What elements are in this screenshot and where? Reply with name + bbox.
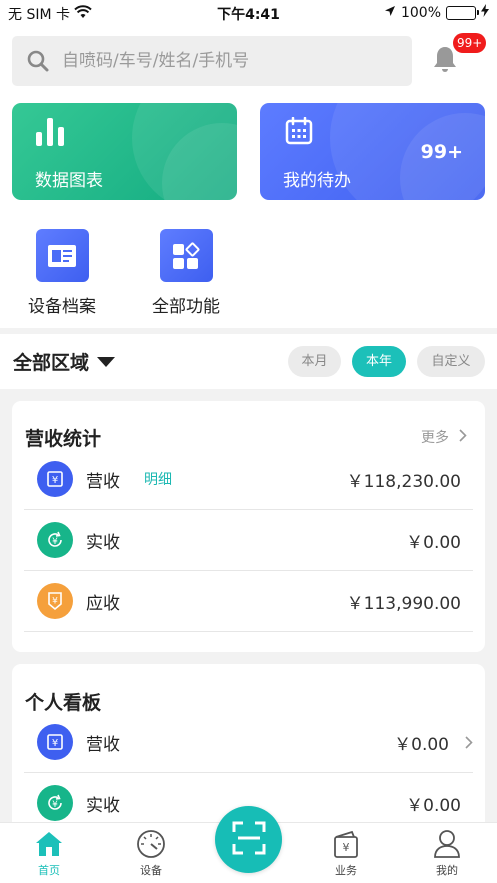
row-value: ￥0.00 xyxy=(406,796,461,816)
region-dropdown[interactable]: 全部区域 xyxy=(13,348,116,375)
user-icon xyxy=(417,829,477,859)
chevron-right-icon xyxy=(465,734,473,753)
period-custom[interactable]: 自定义 xyxy=(417,346,485,377)
gauge-icon xyxy=(121,829,181,859)
svg-text:¥: ¥ xyxy=(52,738,58,749)
tab-home[interactable]: 首页 xyxy=(19,829,79,878)
scan-button[interactable] xyxy=(215,806,282,873)
revenue-title: 营收统计 xyxy=(25,428,102,450)
svg-text:¥: ¥ xyxy=(343,841,350,854)
filter-bar: 全部区域 本月 本年 自定义 xyxy=(0,334,497,389)
battery-icon xyxy=(446,5,479,20)
quick-all-functions[interactable]: 全部功能 xyxy=(136,229,236,317)
yen-refresh-icon: ¥ xyxy=(37,522,73,558)
chevron-right-icon xyxy=(459,428,467,446)
svg-text:¥: ¥ xyxy=(52,537,58,547)
yen-icon: ¥ xyxy=(37,461,73,497)
my-todo-card[interactable]: 99+ 我的待办 xyxy=(260,103,485,200)
notification-badge: 99+ xyxy=(453,33,487,53)
svg-text:¥: ¥ xyxy=(52,475,58,486)
yen-refresh-icon: ¥ xyxy=(37,785,73,821)
calendar-icon xyxy=(285,116,313,149)
charging-bolt-icon xyxy=(481,4,489,21)
yen-shield-icon: ¥ xyxy=(37,583,73,619)
row-value: ￥0.00 xyxy=(394,735,449,755)
tab-mine[interactable]: 我的 xyxy=(417,829,477,878)
yen-icon: ¥ xyxy=(37,724,73,760)
quick-action-label: 设备档案 xyxy=(28,297,96,317)
row-name: 应收 xyxy=(86,594,120,614)
data-charts-label: 数据图表 xyxy=(35,171,103,191)
period-this-month[interactable]: 本月 xyxy=(288,346,341,377)
receivable-row[interactable]: ¥ 应收 ￥113,990.00 xyxy=(24,571,473,632)
received-row[interactable]: ¥ 实收 ￥0.00 xyxy=(24,510,473,571)
todo-count: 99+ xyxy=(420,141,463,163)
row-value: ￥118,230.00 xyxy=(346,472,461,492)
search-input[interactable] xyxy=(62,51,372,71)
data-charts-card[interactable]: 数据图表 xyxy=(12,103,237,200)
row-name: 营收 xyxy=(86,472,120,492)
tab-label: 首页 xyxy=(38,864,60,877)
location-arrow-icon xyxy=(384,5,396,21)
status-bar: 无 SIM 卡 下午4:41 100% xyxy=(0,0,497,26)
tab-business[interactable]: ¥ 业务 xyxy=(316,829,376,878)
quick-action-label: 全部功能 xyxy=(152,297,220,317)
header-area: 99+ 数据图表 99+ 我的待办 设备档案 全部功能 xyxy=(0,26,497,328)
revenue-stats-panel: 营收统计 更多 ¥ 营收 明细 ￥118,230.00 ¥ 实收 ￥0.00 ¥… xyxy=(12,401,485,652)
search-bar[interactable] xyxy=(12,36,412,86)
bar-chart-icon xyxy=(34,115,68,153)
tab-label: 业务 xyxy=(335,864,357,877)
my-todo-label: 我的待办 xyxy=(283,171,351,191)
more-link[interactable]: 更多 xyxy=(421,427,467,447)
quick-device-archive[interactable]: 设备档案 xyxy=(12,229,112,317)
wallet-icon: ¥ xyxy=(316,829,376,859)
revenue-row[interactable]: ¥ 营收 明细 ￥118,230.00 xyxy=(24,449,473,510)
personal-revenue-row[interactable]: ¥ 营收 ￥0.00 xyxy=(24,712,473,773)
svg-text:¥: ¥ xyxy=(52,800,58,810)
tab-label: 我的 xyxy=(436,864,458,877)
more-label: 更多 xyxy=(421,430,449,446)
battery-percent: 100% xyxy=(400,4,441,21)
detail-link[interactable]: 明细 xyxy=(144,469,172,489)
row-name: 实收 xyxy=(86,796,120,816)
personal-title: 个人看板 xyxy=(25,692,102,714)
region-label: 全部区域 xyxy=(13,352,90,374)
archive-icon xyxy=(35,229,89,282)
apps-grid-icon xyxy=(159,229,213,282)
home-icon xyxy=(19,829,79,859)
search-icon xyxy=(26,49,50,73)
caret-down-icon xyxy=(97,356,116,367)
tab-device[interactable]: 设备 xyxy=(121,829,181,878)
row-value: ￥113,990.00 xyxy=(346,594,461,614)
period-this-year[interactable]: 本年 xyxy=(352,346,406,377)
row-name: 实收 xyxy=(86,533,120,553)
row-name: 营收 xyxy=(86,735,120,755)
tab-label: 设备 xyxy=(140,864,162,877)
svg-text:¥: ¥ xyxy=(52,597,58,607)
status-right: 100% xyxy=(384,4,489,21)
scan-icon xyxy=(232,821,266,859)
row-value: ￥0.00 xyxy=(406,533,461,553)
